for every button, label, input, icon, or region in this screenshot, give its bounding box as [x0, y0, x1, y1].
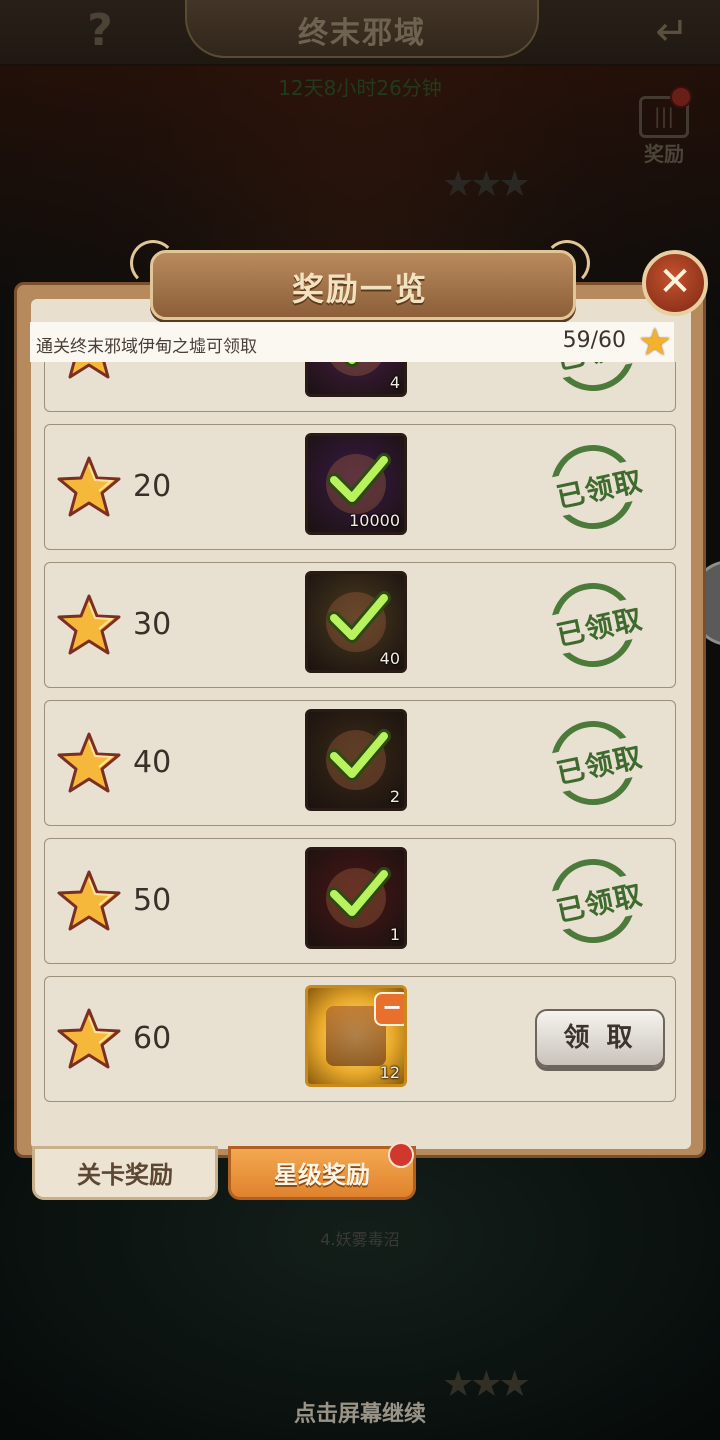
- star-requirement: 20: [133, 469, 172, 504]
- claimed-stamp-text: 已领取: [528, 592, 670, 660]
- claimed-stamp-text: 已领取: [528, 868, 670, 936]
- reward-item[interactable]: 10000: [305, 433, 407, 535]
- star-icon: ★: [637, 320, 672, 364]
- item-quantity: 40: [379, 649, 400, 668]
- star-icon: [57, 1007, 121, 1071]
- claim-button[interactable]: 领 取: [535, 1009, 665, 1067]
- checkmark-icon: [326, 722, 392, 788]
- claimed-stamp-text: 已领取: [528, 362, 670, 384]
- star-icon: [57, 869, 121, 933]
- reward-row: 10 4 已领取: [44, 362, 676, 412]
- item-quantity: 2: [389, 787, 400, 806]
- claimed-stamp: 已领取: [528, 851, 670, 951]
- item-quantity: 10000: [349, 511, 400, 530]
- star-progress: 59/60: [562, 328, 626, 353]
- claimed-stamp-text: 已领取: [528, 730, 670, 798]
- checkmark-icon: [326, 362, 392, 374]
- dialog-header: 奖励一览: [130, 240, 590, 322]
- star-requirement: 50: [133, 883, 172, 918]
- claimed-stamp-text: 已领取: [528, 454, 670, 522]
- claimed-stamp: 已领取: [528, 362, 670, 399]
- reward-row: 60 − 12 领 取: [44, 976, 676, 1102]
- minus-badge-icon: −: [374, 992, 404, 1026]
- claimed-stamp: 已领取: [528, 437, 670, 537]
- star-requirement: 30: [133, 607, 172, 642]
- star-icon: [57, 362, 121, 381]
- claimed-stamp: 已领取: [528, 713, 670, 813]
- checkmark-icon: [326, 584, 392, 650]
- reward-row: 20 10000 已领取: [44, 424, 676, 550]
- item-quantity: 12: [379, 1063, 400, 1082]
- checkmark-icon: [326, 446, 392, 512]
- info-bar: 通关终末邪域伊甸之墟可领取 59/60 ★: [30, 322, 674, 362]
- star-icon: [57, 731, 121, 795]
- dialog-title: 奖励一览: [291, 270, 428, 308]
- notification-dot: [388, 1142, 414, 1168]
- reward-row: 30 40 已领取: [44, 562, 676, 688]
- claimed-stamp: 已领取: [528, 575, 670, 675]
- reward-item[interactable]: 2: [305, 709, 407, 811]
- checkmark-icon: [326, 860, 392, 926]
- reward-row: 50 1 已领取: [44, 838, 676, 964]
- item-quantity: 1: [389, 925, 400, 944]
- star-icon: [57, 455, 121, 519]
- reward-item[interactable]: 40: [305, 571, 407, 673]
- reward-list[interactable]: 10 4 已领取 20 10000 已领取 30 40 已领取 40 2 已领取 50 1 已领取 60 − 12…: [44, 362, 676, 1132]
- star-requirement: 60: [133, 1021, 172, 1056]
- reward-item[interactable]: 4: [305, 362, 407, 397]
- continue-hint: 点击屏幕继续: [293, 1402, 426, 1427]
- star-requirement: 10: [133, 362, 171, 366]
- tab-level-rewards[interactable]: 关卡奖励: [32, 1146, 218, 1200]
- star-requirement: 40: [133, 745, 172, 780]
- reward-row: 40 2 已领取: [44, 700, 676, 826]
- star-icon: [57, 593, 121, 657]
- reward-item[interactable]: − 12: [305, 985, 407, 1087]
- unlock-condition: 通关终末邪域伊甸之墟可领取: [36, 337, 257, 357]
- item-quantity: 4: [389, 373, 400, 392]
- reward-item[interactable]: 1: [305, 847, 407, 949]
- close-button[interactable]: ✕: [642, 250, 708, 316]
